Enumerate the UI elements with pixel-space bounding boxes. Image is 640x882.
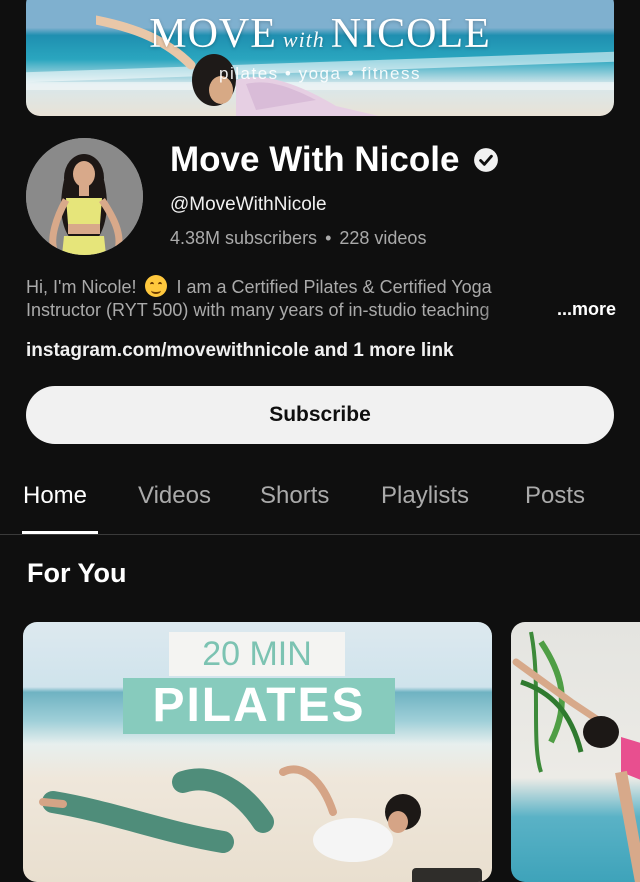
thumbnail-text-duration: 20 MIN xyxy=(169,632,345,676)
verified-check-icon xyxy=(474,148,499,172)
channel-banner: MOVE with NICOLE pilates • yoga • fitness xyxy=(26,0,614,116)
thumbnail-person-image xyxy=(512,631,640,882)
banner-subtitle: pilates • yoga • fitness xyxy=(219,64,421,83)
tab-home[interactable]: Home xyxy=(23,482,87,510)
description-line-1: Hi, I'm Nicole! I am a Certified Pilates… xyxy=(26,275,492,297)
video-duration-badge xyxy=(412,868,482,882)
thumbnail-text-title: PILATES xyxy=(123,678,395,734)
tab-videos[interactable]: Videos xyxy=(138,482,211,510)
channel-description[interactable]: Hi, I'm Nicole! I am a Certified Pilates… xyxy=(26,275,616,322)
banner-title: MOVE with NICOLE xyxy=(149,11,491,57)
video-thumbnail[interactable] xyxy=(511,622,640,882)
channel-name-text: Move With Nicole xyxy=(170,140,460,179)
channel-avatar[interactable] xyxy=(26,138,143,255)
tab-posts[interactable]: Posts xyxy=(525,482,585,510)
channel-name: Move With Nicole xyxy=(170,140,499,180)
avatar-image xyxy=(26,138,143,255)
subscriber-count: 4.38M subscribers xyxy=(170,228,318,248)
channel-handle: @MoveWithNicole xyxy=(170,194,327,215)
description-line-2: Instructor (RYT 500) with many years of … xyxy=(26,300,490,320)
smiling-face-icon xyxy=(145,275,168,297)
channel-stats: 4.38M subscribers • 228 videos xyxy=(170,228,426,249)
stats-separator: • xyxy=(325,228,332,248)
section-title: For You xyxy=(27,558,127,588)
channel-tabs: Home Videos Shorts Playlists Posts xyxy=(0,470,640,535)
tab-shorts[interactable]: Shorts xyxy=(260,482,329,510)
thumbnail-person-image xyxy=(39,765,421,862)
more-button[interactable]: ...more xyxy=(557,298,616,321)
active-tab-indicator xyxy=(22,531,98,534)
video-thumbnail[interactable]: 20 MIN PILATES xyxy=(23,622,492,882)
tab-playlists[interactable]: Playlists xyxy=(381,482,469,510)
channel-links[interactable]: instagram.com/movewithnicole and 1 more … xyxy=(26,340,454,362)
subscribe-button[interactable]: Subscribe xyxy=(26,386,614,444)
video-count: 228 videos xyxy=(339,228,427,248)
